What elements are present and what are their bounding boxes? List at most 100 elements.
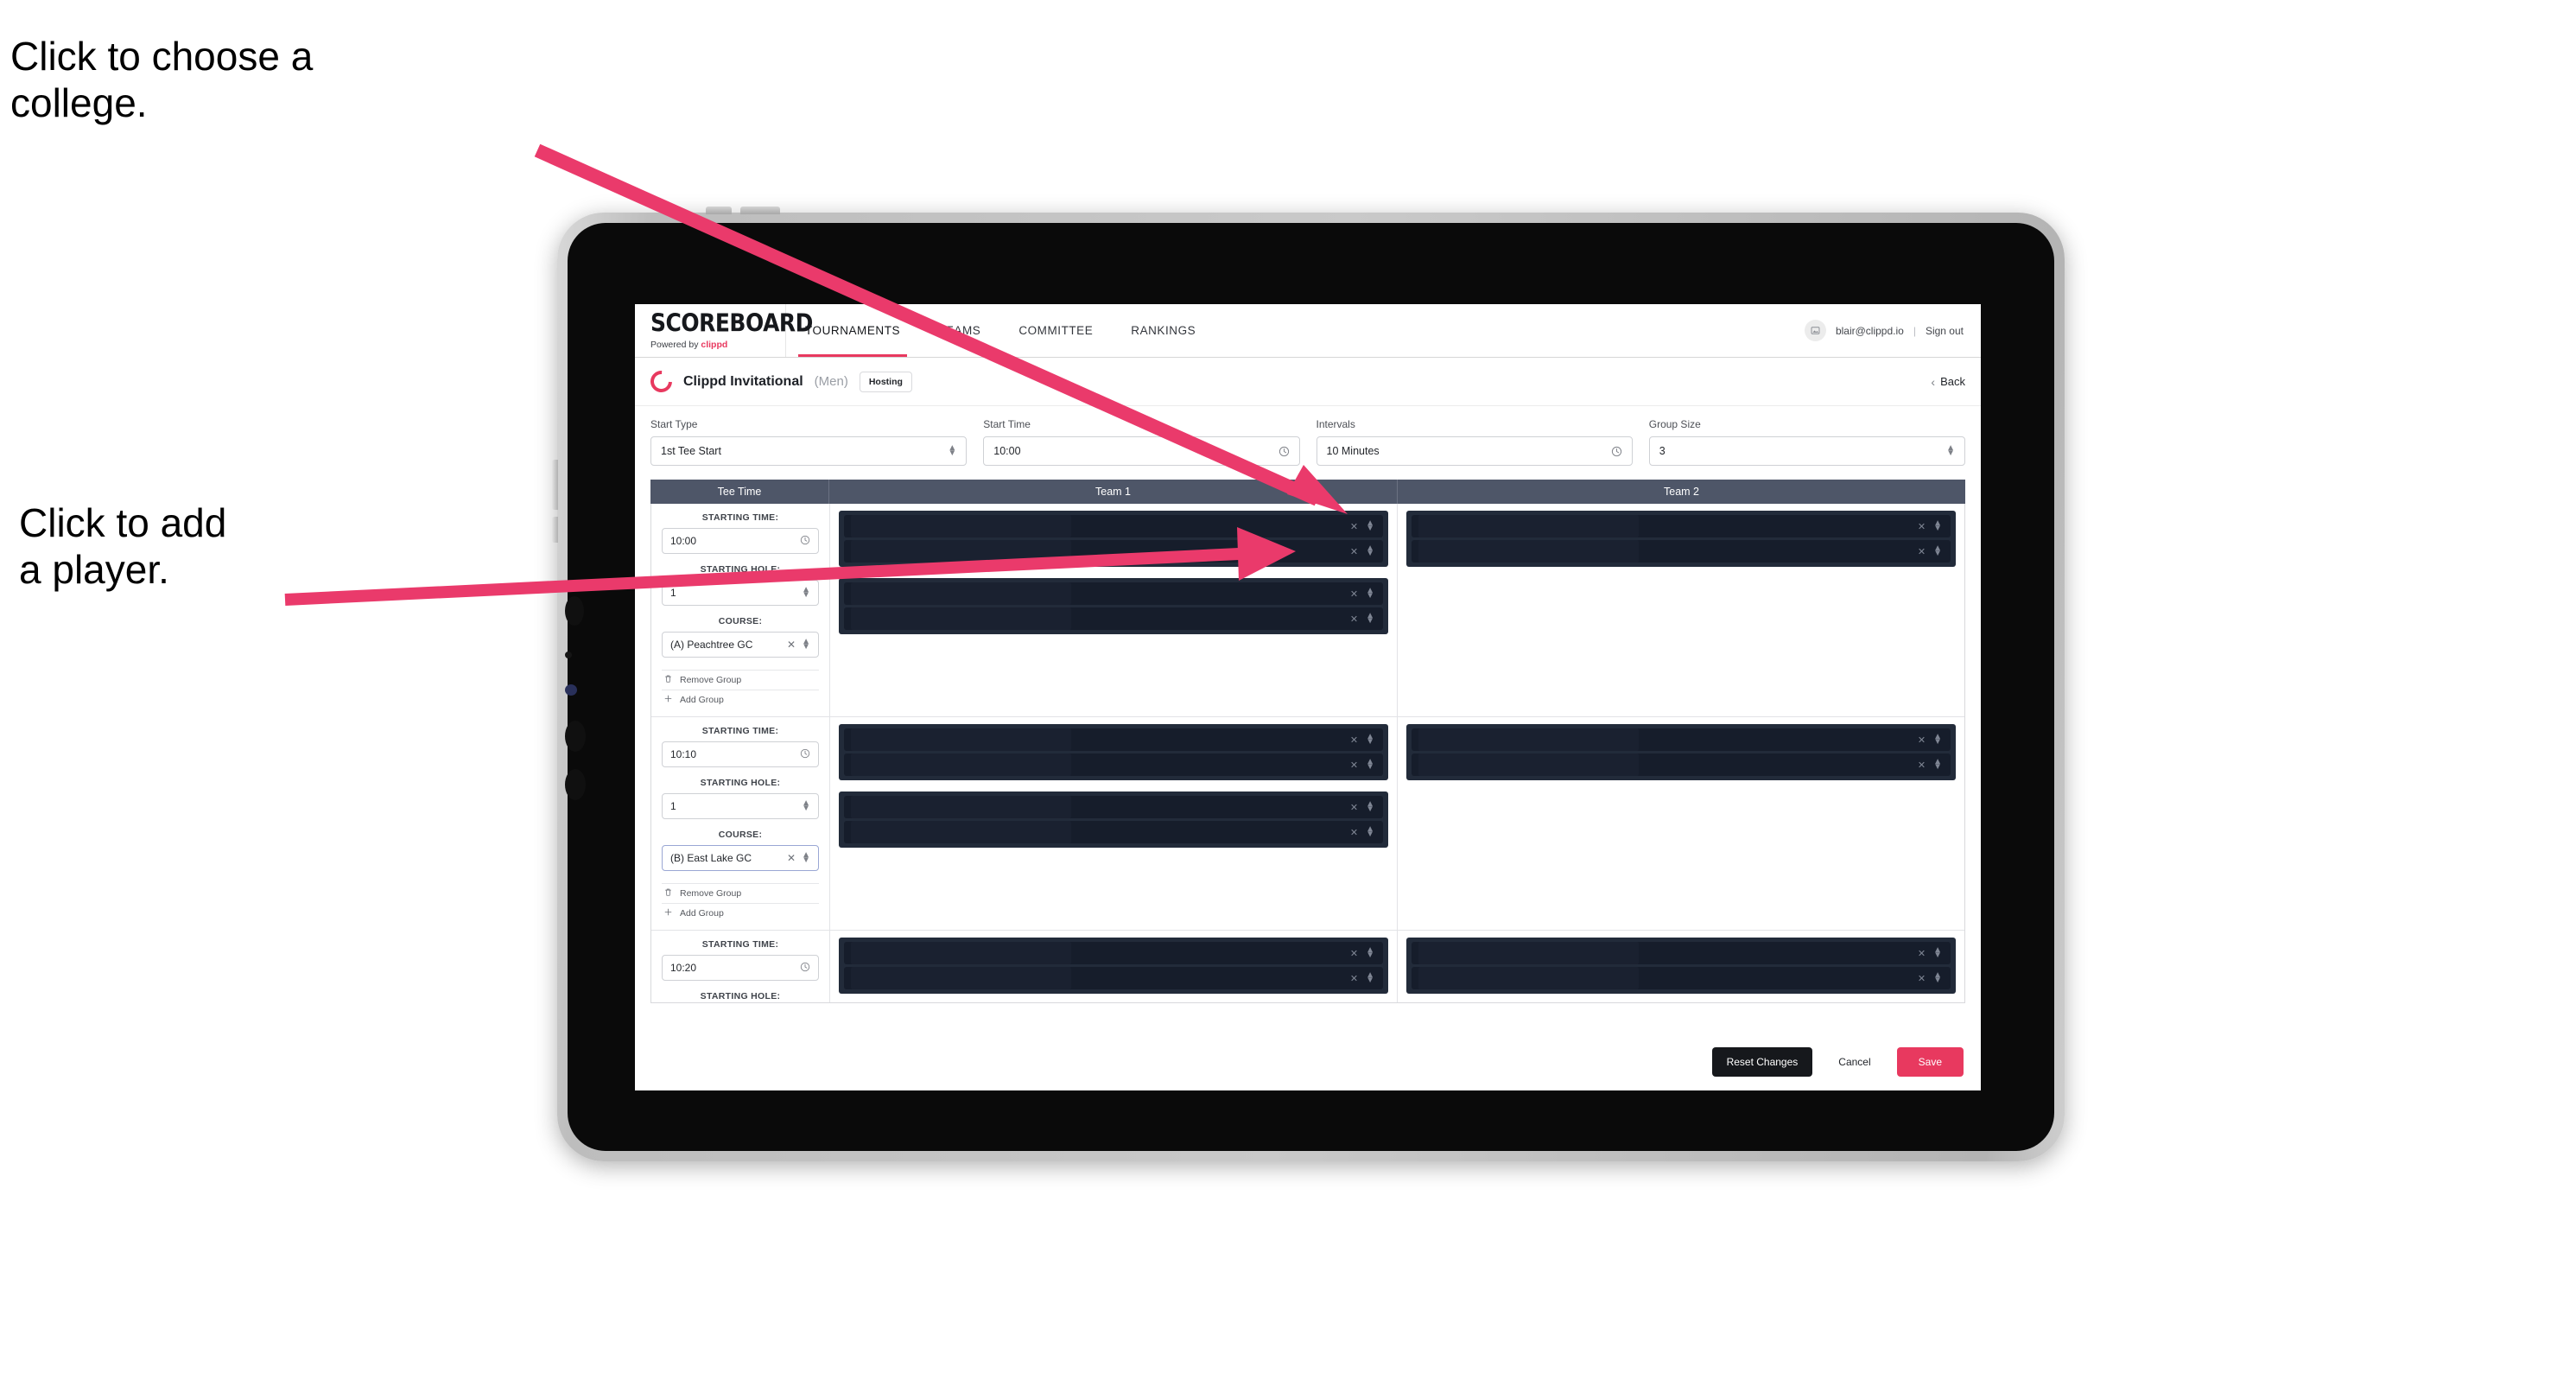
close-x-icon[interactable]: ✕ [1350, 948, 1358, 959]
avatar[interactable] [1804, 320, 1826, 341]
close-x-icon[interactable]: ✕ [1350, 546, 1358, 557]
close-x-icon[interactable]: ✕ [1350, 588, 1358, 600]
tab-rankings[interactable]: RANKINGS [1112, 304, 1215, 357]
player-name-field[interactable] [1418, 967, 1639, 989]
remove-group-button[interactable]: Remove Group [662, 670, 819, 690]
cancel-button[interactable]: Cancel [1828, 1047, 1881, 1077]
volume-down-button[interactable] [740, 207, 780, 214]
player-select-row[interactable]: ✕ ▲ ▼ [1412, 967, 1951, 989]
chevron-updown-icon: ▲ ▼ [948, 442, 957, 458]
add-group-button[interactable]: Add Group [662, 903, 819, 923]
player-select-row[interactable]: ✕ ▲ ▼ [844, 796, 1383, 818]
player-row-controls: ✕ ▲ ▼ [1918, 970, 1942, 985]
remove-group-button[interactable]: Remove Group [662, 883, 819, 903]
volume-up-button[interactable] [706, 207, 732, 214]
status-badge: Hosting [859, 371, 912, 392]
starting-time-label: STARTING TIME: [701, 512, 779, 523]
action-footer: Reset Changes Cancel Save [635, 1033, 1981, 1090]
player-select-row[interactable]: ✕ ▲ ▼ [1412, 515, 1951, 537]
player-row-controls: ✕ ▲ ▼ [1350, 945, 1374, 960]
back-link[interactable]: ‹ Back [1931, 375, 1965, 389]
player-name-field[interactable] [1418, 515, 1639, 537]
start-time-input[interactable]: 10:00 [983, 436, 1300, 466]
close-x-icon[interactable]: ✕ [1918, 734, 1926, 746]
clock-icon [1278, 446, 1290, 457]
player-name-field[interactable] [851, 753, 1071, 776]
player-name-field[interactable] [851, 821, 1071, 843]
player-name-field[interactable] [851, 607, 1071, 630]
player-name-field[interactable] [851, 515, 1071, 537]
player-name-field[interactable] [851, 540, 1071, 563]
starting-time-value: 10:00 [670, 535, 697, 547]
chevron-updown-icon: ▲ ▼ [1366, 798, 1374, 814]
clock-icon [1611, 446, 1622, 457]
starting-hole-stepper[interactable]: 1 ▲ ▼ [662, 580, 819, 606]
sign-out-link[interactable]: Sign out [1926, 325, 1964, 337]
player-name-field[interactable] [851, 796, 1071, 818]
intervals-input[interactable]: 10 Minutes [1316, 436, 1633, 466]
close-x-icon[interactable]: ✕ [1918, 760, 1926, 771]
account-area: blair@clippd.io | Sign out [1804, 304, 1981, 357]
player-name-field[interactable] [851, 967, 1071, 989]
starting-time-input[interactable]: 10:10 [662, 741, 819, 767]
player-row-controls: ✕ ▲ ▼ [1918, 944, 1942, 960]
player-name-field[interactable] [1418, 540, 1639, 563]
add-group-label: Add Group [680, 908, 724, 919]
starting-time-input[interactable]: 10:20 [662, 955, 819, 981]
close-x-icon[interactable]: ✕ [1918, 973, 1926, 984]
close-x-icon[interactable]: ✕ [1350, 614, 1358, 625]
close-x-icon[interactable]: ✕ [1350, 827, 1358, 838]
tab-committee[interactable]: COMMITTEE [999, 304, 1112, 357]
player-select-row[interactable]: ✕ ▲ ▼ [1412, 728, 1951, 751]
player-name-field[interactable] [851, 728, 1071, 751]
player-row-controls: ✕ ▲ ▼ [1918, 544, 1942, 558]
save-button[interactable]: Save [1896, 1047, 1964, 1077]
player-select-row[interactable]: ✕ ▲ ▼ [1412, 753, 1951, 776]
player-select-row[interactable]: ✕ ▲ ▼ [844, 728, 1383, 751]
starting-hole-stepper[interactable]: 1 ▲ ▼ [662, 793, 819, 819]
status-led-icon [565, 684, 577, 696]
close-x-icon[interactable]: ✕ [1350, 760, 1358, 771]
close-x-icon[interactable]: ✕ [1350, 802, 1358, 813]
player-name-field[interactable] [1418, 753, 1639, 776]
tab-teams[interactable]: TEAMS [919, 304, 999, 357]
player-select-row[interactable]: ✕ ▲ ▼ [844, 607, 1383, 630]
player-select-row[interactable]: ✕ ▲ ▼ [844, 967, 1383, 989]
player-select-row[interactable]: ✕ ▲ ▼ [844, 540, 1383, 563]
column-header-tee-time: Tee Time [650, 480, 829, 504]
player-select-row[interactable]: ✕ ▲ ▼ [844, 821, 1383, 843]
close-x-icon[interactable]: ✕ [1918, 521, 1926, 532]
close-x-icon[interactable]: ✕ [1350, 734, 1358, 746]
close-x-icon[interactable]: ✕ [1918, 948, 1926, 959]
close-x-icon[interactable]: ✕ [1350, 973, 1358, 984]
table-row: STARTING TIME: 10:10 STARTING HOLE: 1 ▲ ▼ COUR… [651, 717, 1964, 931]
reset-changes-button[interactable]: Reset Changes [1711, 1047, 1813, 1077]
start-type-select[interactable]: 1st Tee Start ▲ ▼ [650, 436, 968, 466]
start-type-value: 1st Tee Start [661, 445, 721, 457]
close-x-icon[interactable]: ✕ [787, 852, 796, 864]
brand-logo[interactable]: SCOREBOARD Powered by clippd [635, 304, 813, 357]
player-name-field[interactable] [851, 582, 1071, 605]
tab-tournaments[interactable]: TOURNAMENTS [786, 304, 919, 357]
course-select[interactable]: (A) Peachtree GC ✕ ▲ ▼ [662, 632, 819, 658]
player-select-row[interactable]: ✕ ▲ ▼ [844, 582, 1383, 605]
starting-time-input[interactable]: 10:00 [662, 528, 819, 554]
player-select-row[interactable]: ✕ ▲ ▼ [1412, 540, 1951, 563]
course-select[interactable]: (B) East Lake GC ✕ ▲ ▼ [662, 845, 819, 871]
player-select-row[interactable]: ✕ ▲ ▼ [844, 753, 1383, 776]
player-group: ✕ ▲ ▼ ✕ ▲ ▼ [839, 511, 1388, 567]
player-select-row[interactable]: ✕ ▲ ▼ [844, 942, 1383, 964]
player-name-field[interactable] [851, 942, 1071, 964]
player-name-field[interactable] [1418, 942, 1639, 964]
player-select-row[interactable]: ✕ ▲ ▼ [1412, 942, 1951, 964]
player-name-field[interactable] [1418, 728, 1639, 751]
course-label: COURSE: [718, 616, 763, 626]
close-x-icon[interactable]: ✕ [1350, 521, 1358, 532]
close-x-icon[interactable]: ✕ [1918, 546, 1926, 557]
player-select-row[interactable]: ✕ ▲ ▼ [844, 515, 1383, 537]
add-group-button[interactable]: Add Group [662, 690, 819, 709]
group-size-stepper[interactable]: 3 ▲ ▼ [1648, 436, 1965, 466]
close-x-icon[interactable]: ✕ [787, 639, 796, 651]
tee-time-cell: STARTING TIME: 10:20 STARTING HOLE: [651, 931, 830, 1002]
chevron-updown-icon: ▲ ▼ [1933, 944, 1942, 960]
